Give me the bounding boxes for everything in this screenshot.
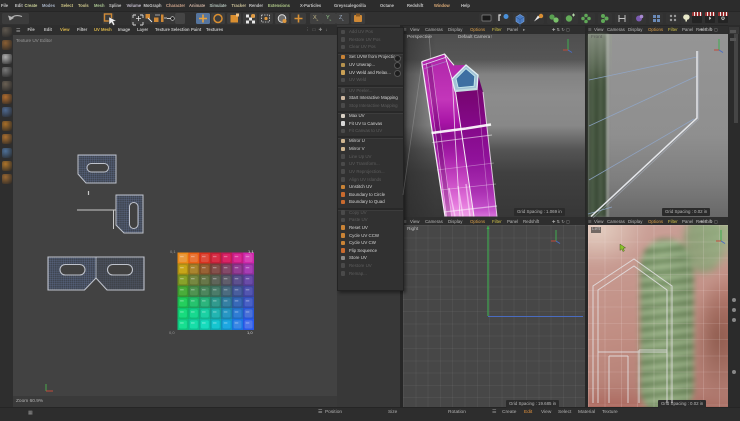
svg-text:0,1: 0,1: [170, 249, 176, 254]
svg-text:0,0: 0,0: [169, 330, 175, 335]
svg-text:1,0: 1,0: [247, 330, 253, 335]
svg-text:1,1: 1,1: [248, 249, 254, 254]
